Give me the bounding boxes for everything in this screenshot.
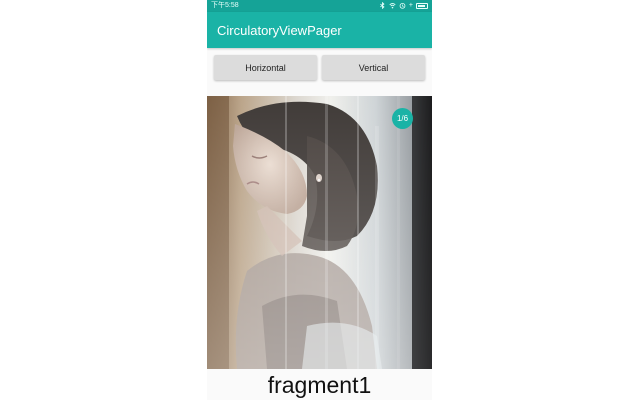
battery-icon (416, 2, 428, 9)
orientation-button-row: Horizontal Vertical (207, 55, 432, 81)
wifi-icon (389, 2, 396, 9)
status-icons: + (379, 2, 428, 9)
status-time: 下午5:58 (211, 2, 239, 9)
vertical-button[interactable]: Vertical (322, 55, 425, 80)
status-bar: 下午5:58 + (207, 0, 432, 12)
horizontal-button[interactable]: Horizontal (214, 55, 317, 80)
page-indicator: 1/6 (392, 108, 413, 129)
battery-plus: + (408, 2, 413, 9)
app-title: CirculatoryViewPager (217, 23, 342, 38)
alarm-icon (399, 3, 406, 9)
view-pager[interactable]: 1/6 (207, 96, 432, 369)
portrait-photo (207, 96, 432, 369)
phone-screen: 下午5:58 + CirculatoryViewPager Horizontal… (207, 0, 432, 400)
bluetooth-icon (380, 2, 385, 9)
fragment-label: fragment1 (267, 372, 372, 398)
app-bar: CirculatoryViewPager (207, 12, 432, 48)
